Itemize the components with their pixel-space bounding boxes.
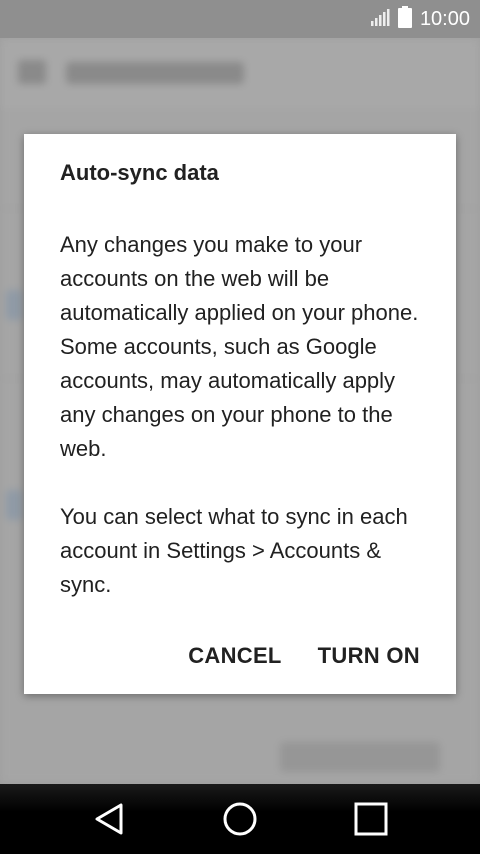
dialog-message-paragraph: You can select what to sync in each acco…: [60, 504, 408, 597]
cancel-button[interactable]: CANCEL: [188, 640, 281, 672]
navigation-bar: [0, 784, 480, 854]
back-button[interactable]: [89, 801, 129, 841]
home-icon: [222, 801, 258, 842]
background-back-icon: [18, 60, 46, 84]
dialog-message: Any changes you make to your accounts on…: [60, 228, 430, 602]
recents-button[interactable]: [351, 801, 391, 841]
turn-on-button[interactable]: TURN ON: [318, 640, 420, 672]
dialog-actions: CANCEL TURN ON: [188, 640, 420, 672]
recents-icon: [354, 802, 388, 841]
auto-sync-dialog: Auto-sync data Any changes you make to y…: [24, 134, 456, 694]
background-toolbar: [0, 38, 480, 108]
dialog-title: Auto-sync data: [60, 160, 219, 185]
status-clock: 10:00: [419, 8, 470, 30]
dialog-message-paragraph: Any changes you make to your accounts on…: [60, 232, 419, 461]
home-button[interactable]: [220, 801, 260, 841]
signal-icon: [370, 7, 390, 32]
battery-icon: [397, 5, 412, 33]
status-icons: 10:00: [370, 5, 470, 33]
background-list-accent: [6, 290, 22, 320]
background-button: [280, 742, 440, 772]
back-icon: [93, 802, 125, 841]
status-bar: 10:00: [0, 0, 480, 38]
background-title: [66, 62, 244, 84]
background-list-accent: [6, 490, 22, 520]
screen: 10:00 Auto-sync data Any changes you mak…: [0, 0, 480, 854]
